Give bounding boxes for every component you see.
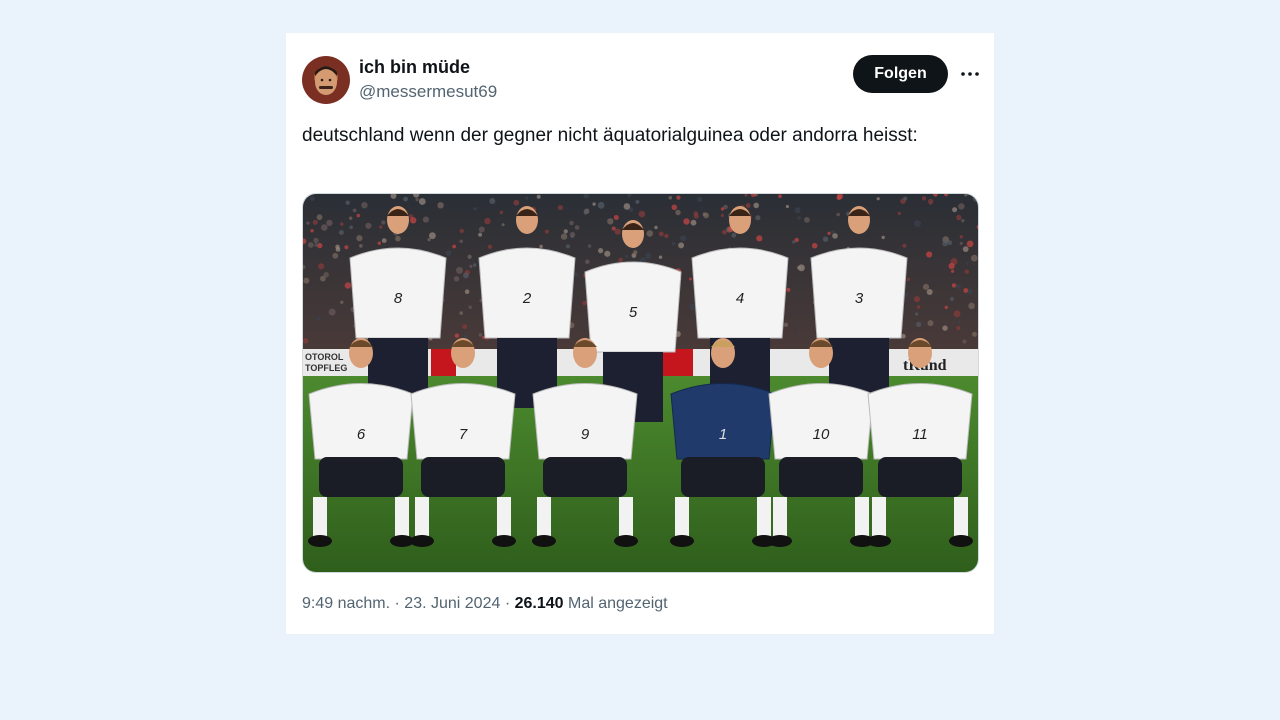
jersey-number: 2 [522, 290, 532, 307]
jersey-number: 5 [629, 304, 638, 321]
tweet-photo[interactable]: OTOROL TOPFLEG tRund 82543 67911011 [302, 193, 979, 573]
jersey-number: 10 [813, 426, 830, 443]
tweet-date[interactable]: 23. Juni 2024 [404, 595, 500, 612]
tweet-meta: 9:49 nachm. · 23. Juni 2024 · 26.140 Mal… [302, 595, 668, 613]
follow-button[interactable]: Folgen [853, 55, 948, 93]
views-label: Mal angezeigt [568, 595, 668, 612]
jersey-number: 11 [912, 426, 928, 443]
jersey-number: 7 [459, 426, 468, 443]
jersey-number: 4 [736, 290, 744, 307]
tweet-text: deutschland wenn der gegner nicht äquato… [302, 125, 918, 146]
jersey-number: 1 [719, 426, 727, 443]
meta-separator-2: · [504, 595, 511, 612]
tweet-card: ich bin müde @messermesut69 Folgen deuts… [286, 33, 994, 634]
author-name[interactable]: ich bin müde [359, 57, 470, 78]
author-handle[interactable]: @messermesut69 [359, 82, 497, 102]
banner-left-line1: OTOROL [305, 352, 344, 362]
more-options-icon[interactable] [958, 63, 982, 85]
jersey-number: 8 [394, 290, 403, 307]
tweet-time[interactable]: 9:49 nachm. [302, 595, 390, 612]
avatar[interactable] [302, 56, 350, 104]
jersey-number: 6 [357, 426, 366, 443]
jersey-number: 3 [855, 290, 864, 307]
banner-left-line2: TOPFLEG [305, 363, 347, 373]
jersey-number: 9 [581, 426, 590, 443]
views-count: 26.140 [514, 595, 564, 612]
team-photo: OTOROL TOPFLEG tRund 82543 67911011 [303, 194, 978, 572]
meta-separator-1: · [394, 595, 400, 612]
